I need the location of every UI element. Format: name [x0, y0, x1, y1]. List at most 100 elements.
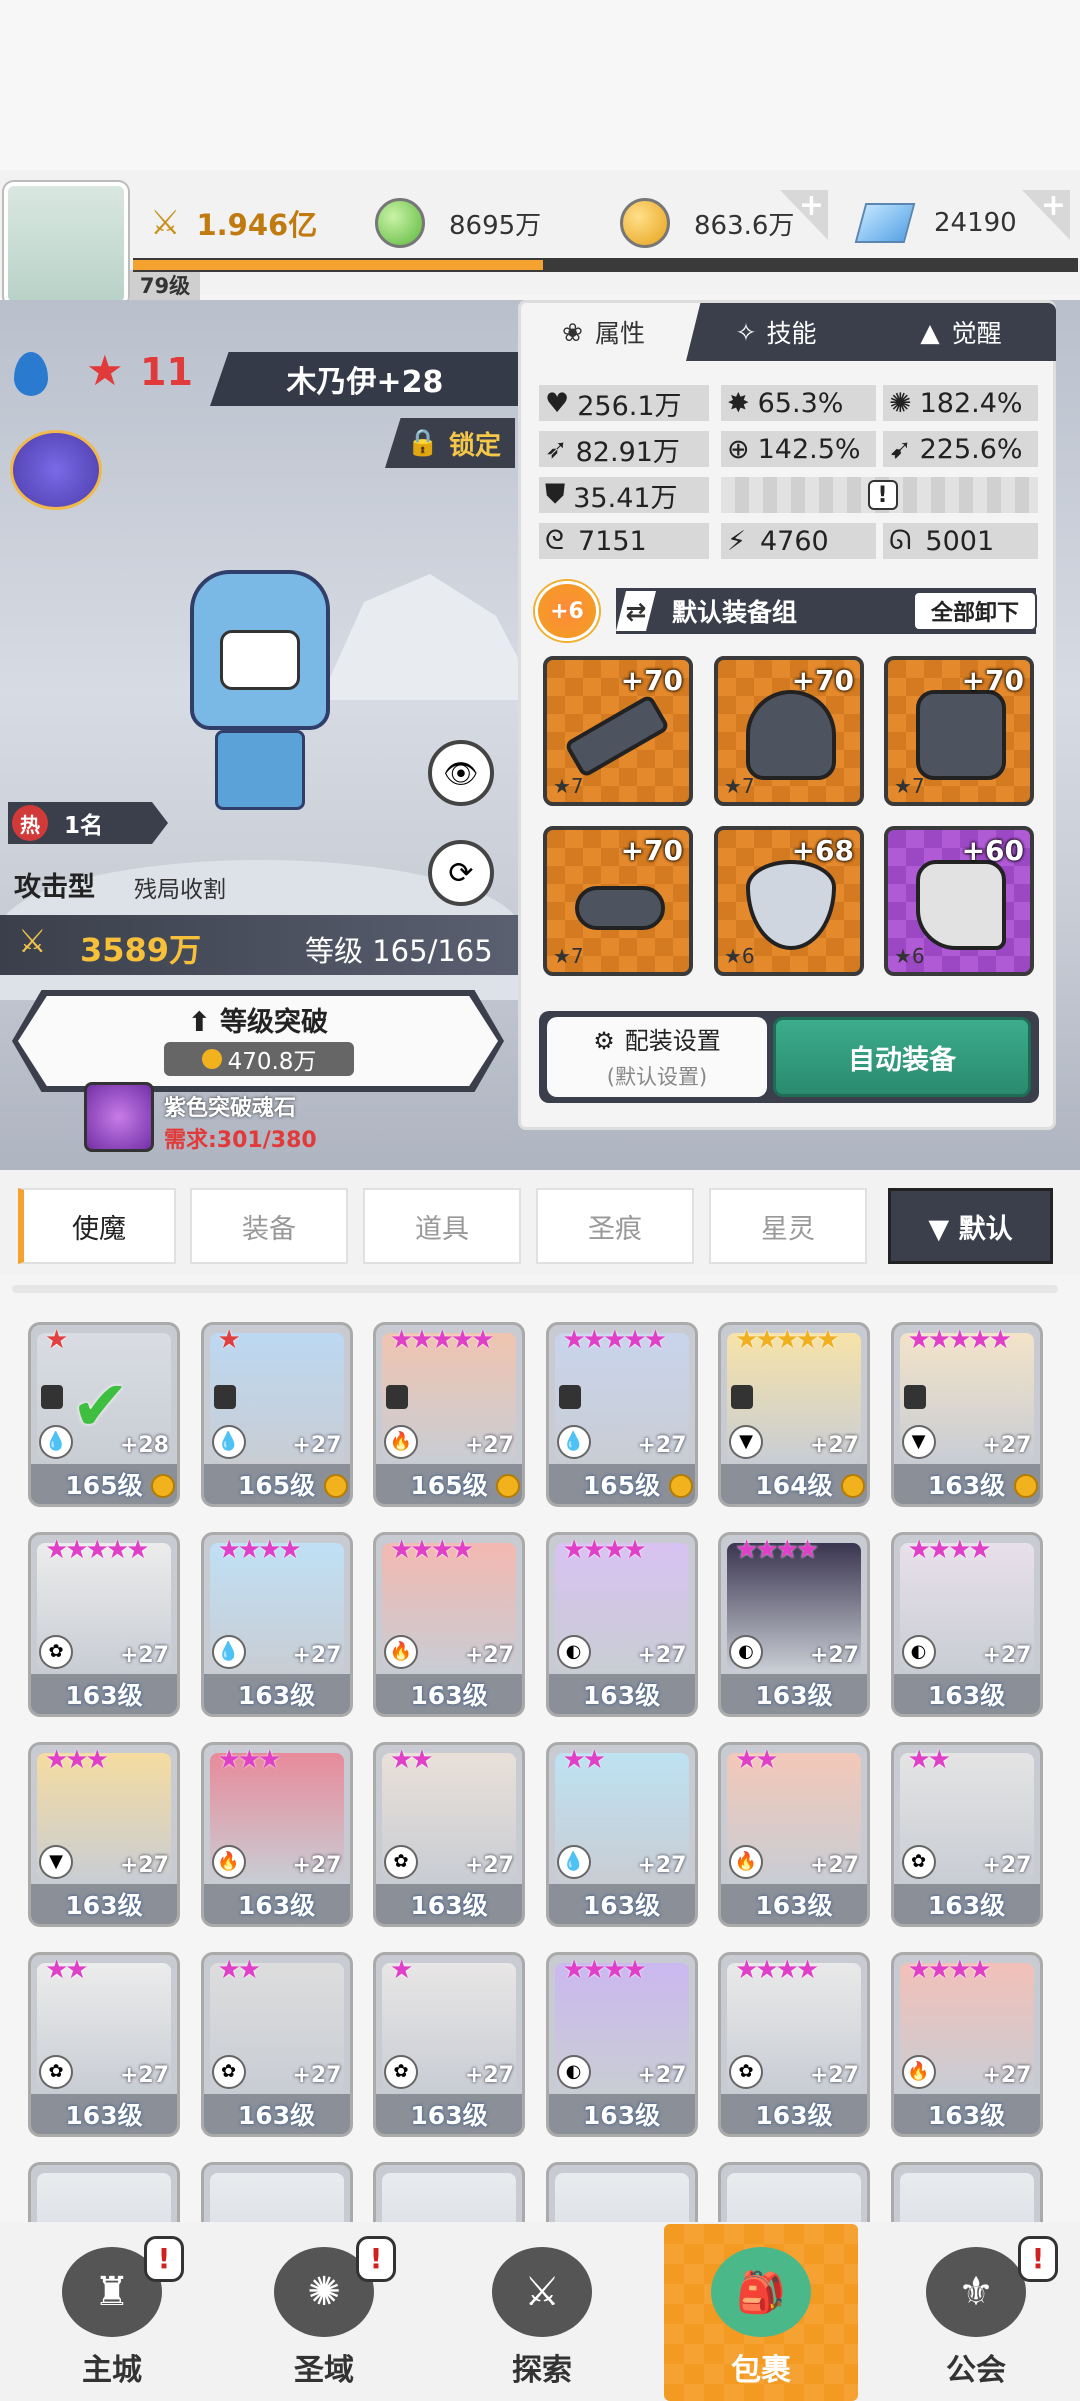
hero-trait: 残局收割 — [134, 877, 226, 903]
player-avatar[interactable] — [4, 182, 128, 306]
tab-equipment[interactable]: 装备 — [190, 1188, 348, 1264]
familiar-card-partial[interactable] — [890, 2162, 1043, 2222]
resource-bar: 79级 ⚔ 1.946亿 8695万 863.6万 + 24190 + — [0, 170, 1080, 306]
familiar-level: 163级 — [31, 1884, 177, 1924]
familiar-card[interactable]: ★★★ 🔥 +27 163级 — [200, 1742, 353, 1927]
tab-awaken[interactable]: ▲ 觉醒 — [866, 303, 1056, 361]
familiar-stars: ★ — [217, 1325, 241, 1355]
familiar-card-partial[interactable] — [545, 2162, 698, 2222]
green-currency-value: 8695万 — [449, 210, 542, 241]
familiar-card[interactable]: ★★★★ ◐ +27 163级 — [890, 1532, 1043, 1717]
tab-familiars[interactable]: 使魔 — [18, 1188, 176, 1264]
hero-level: 等级 165/165 — [305, 934, 493, 968]
lock-button[interactable]: 🔒 锁定 — [385, 418, 515, 468]
hero-face — [220, 630, 300, 690]
familiar-card-partial[interactable] — [373, 2162, 525, 2222]
view-eye-button[interactable]: 👁 — [428, 740, 494, 806]
sort-dropdown[interactable]: ▼ 默认 — [888, 1188, 1053, 1264]
familiar-card[interactable]: ★★★★ ◐ +27 163级 — [545, 1532, 698, 1717]
familiar-stars: ★★★★ — [390, 1535, 474, 1565]
rotate-button[interactable]: ⟳ — [428, 840, 494, 906]
familiar-card[interactable]: ★★★★ ◐ +27 163级 — [545, 1952, 698, 2137]
slot-stars: ★6 — [724, 944, 755, 968]
tab-familiars-label: 使魔 — [72, 1213, 126, 1245]
stat-atk-value: 82.91万 — [575, 436, 680, 468]
earth-element-icon: ▼ — [39, 1845, 73, 1879]
hero-detail-panel: ❀ 属性 ✧ 技能 ▲ 觉醒 ♥ 256.1万 ✸ 65.3% ✺ 182.4% ➶ 82.9… — [518, 300, 1056, 1130]
familiar-card[interactable]: ★★★★ 🔥 +27 163级 — [890, 1952, 1043, 2137]
familiar-stars: ★★ — [562, 1745, 607, 1775]
tab-skills[interactable]: ✧ 技能 — [686, 303, 866, 361]
wizard-hat-icon[interactable] — [10, 430, 102, 510]
tab-star-spirit[interactable]: 星灵 — [709, 1188, 867, 1264]
equip-slot-helmet[interactable]: +70 ★7 — [714, 656, 864, 806]
familiar-card[interactable]: ★★★★ ✿ +27 163级 — [718, 1952, 870, 2137]
loadout-settings-button[interactable]: ⚙ 配装设置 (默认设置) — [547, 1017, 767, 1097]
familiar-level: 163级 — [376, 2094, 522, 2134]
nav-explore[interactable]: ⚔ 探索 — [452, 2222, 632, 2401]
familiar-card[interactable]: ★★ ✿ +27 163级 — [200, 1952, 353, 2137]
familiar-card-partial[interactable] — [28, 2162, 180, 2222]
stat-v3-value: 5001 — [925, 525, 995, 557]
familiar-card-partial[interactable] — [718, 2162, 870, 2222]
equip-slot-armor[interactable]: +70 ★7 — [884, 656, 1034, 806]
familiar-card[interactable]: ★★★★★ ✿ +27 163级 — [28, 1532, 180, 1717]
familiar-level: 163级 — [548, 1884, 695, 1924]
slot-stars: ★6 — [894, 944, 925, 968]
gem-currency[interactable]: 24190 — [854, 188, 1060, 258]
familiar-card[interactable]: ★★ 💧 +27 163级 — [545, 1742, 698, 1927]
familiar-card[interactable]: ★★ ✿ +27 163级 — [28, 1952, 180, 2137]
player-level-badge: 79级 — [130, 270, 200, 300]
slot-stars: ★7 — [553, 774, 584, 798]
familiar-card[interactable]: ★ ✔ 💧 +28 165级 — [28, 1322, 180, 1507]
soul-stone-icon[interactable] — [84, 1082, 154, 1152]
player-power: 1.946亿 — [196, 208, 318, 242]
tab-items[interactable]: 道具 — [363, 1188, 521, 1264]
stat-warning-bar: ! — [721, 477, 1038, 513]
nav-bag[interactable]: 🎒 包裹 — [664, 2224, 858, 2401]
familiar-card[interactable]: ★★ ✿ +27 163级 — [890, 1742, 1043, 1927]
hero-name: 木乃伊+28 — [286, 365, 444, 400]
hero-character[interactable] — [150, 530, 370, 820]
breakthrough-button[interactable]: ⬆ 等级突破 470.8万 — [12, 990, 504, 1092]
tab-attributes[interactable]: ❀ 属性 — [521, 303, 686, 361]
helmet-icon — [746, 690, 836, 780]
familiar-card[interactable]: ★★★★★ 🔥 +27 165级 — [373, 1322, 525, 1507]
slot-level: +70 — [620, 664, 683, 697]
green-currency: 8695万 — [375, 188, 575, 258]
familiar-card[interactable]: ★★★★ 🔥 +27 163级 — [373, 1532, 525, 1717]
familiar-card[interactable]: ★★★★★ ▼ +27 164级 — [718, 1322, 870, 1507]
light-element-icon: ✿ — [901, 1845, 936, 1879]
equip-slot-weapon[interactable]: +70 ★7 — [543, 656, 693, 806]
familiar-card[interactable]: ★★ ✿ +27 163级 — [373, 1742, 525, 1927]
target-icon: ⊕ — [727, 433, 750, 465]
familiar-level: 163级 — [31, 2094, 177, 2134]
familiar-card[interactable]: ★ ✿ +27 163级 — [373, 1952, 525, 2137]
familiar-card[interactable]: ★ 💧 +27 165级 — [200, 1322, 353, 1507]
equip-slot-boots[interactable]: +60 ★6 — [884, 826, 1034, 976]
gold-coin-icon — [668, 1474, 693, 1498]
familiar-card[interactable]: ★★ 🔥 +27 163级 — [718, 1742, 870, 1927]
familiar-card[interactable]: ★★★★★ 💧 +27 165级 — [545, 1322, 698, 1507]
familiar-portrait — [209, 2173, 344, 2222]
familiar-card[interactable]: ★★★★ 💧 +27 163级 — [200, 1532, 353, 1717]
familiar-card[interactable]: ★★★★★ ▼ +27 163级 — [890, 1322, 1043, 1507]
stat-speed: ➹ 225.6% — [883, 431, 1038, 467]
familiar-card[interactable]: ★★★ ▼ +27 163级 — [28, 1742, 180, 1927]
equip-slot-belt[interactable]: +70 ★7 — [543, 826, 693, 976]
set-bonus-badge[interactable]: +6 — [535, 581, 599, 641]
auto-equip-button[interactable]: 自动装备 — [773, 1017, 1031, 1097]
familiar-card-partial[interactable] — [200, 2162, 353, 2222]
dark-element-icon: ◐ — [556, 1635, 591, 1669]
hero-power: 3589万 — [80, 931, 202, 969]
tab-stigma[interactable]: 圣痕 — [536, 1188, 694, 1264]
familiar-plus-level: +27 — [119, 1643, 169, 1668]
stat-speed-value: 225.6% — [919, 433, 1023, 465]
familiar-card[interactable]: ★★★★ ◐ +27 163级 — [718, 1532, 870, 1717]
slot-level: +70 — [620, 834, 683, 867]
familiar-level: 163级 — [893, 1674, 1040, 1714]
equip-slot-necklace[interactable]: +68 ★6 — [714, 826, 864, 976]
notification-badge: ! — [144, 2236, 184, 2282]
lock-icon — [731, 1385, 753, 1409]
unequip-all-button[interactable]: 全部卸下 — [913, 591, 1037, 631]
